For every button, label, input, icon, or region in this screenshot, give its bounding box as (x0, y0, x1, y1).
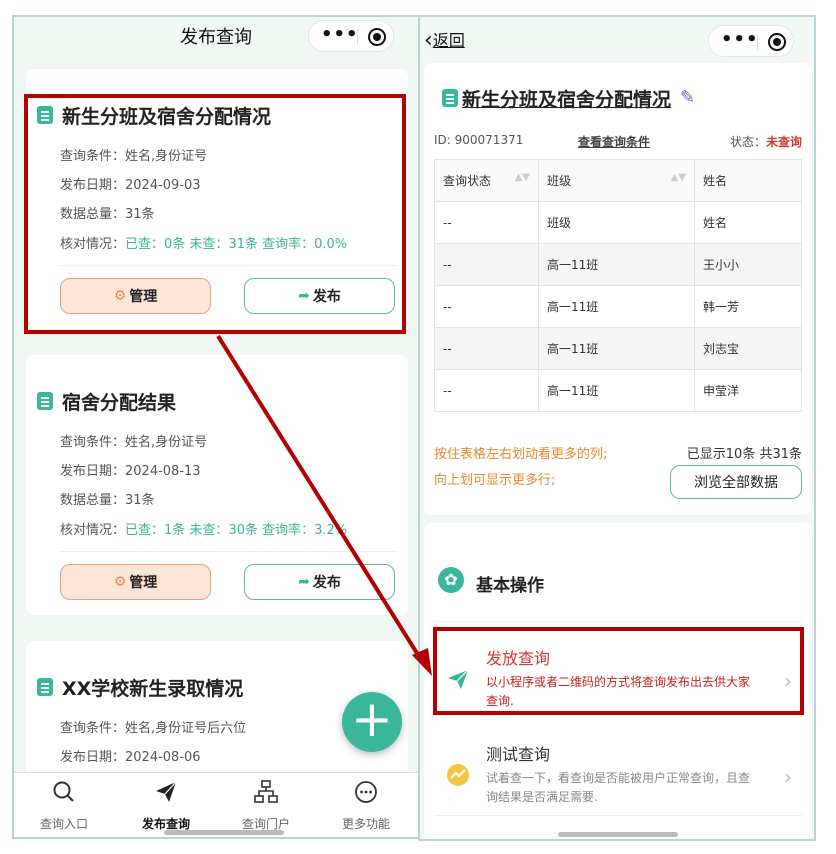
publish-button[interactable]: ➦ 发布 (244, 564, 395, 600)
settings-icon: ✿ (438, 567, 464, 593)
check-value: 已查：1条 未查：30条 查询率：3.2% (125, 523, 348, 538)
section-title: 基本操作 (476, 576, 544, 596)
test-query-item[interactable]: 测试查询 试着查一下，看查询是否能被用户正常查询，且查询结果是否满足需要. › (434, 741, 802, 804)
mini-program-capsule: ••• (708, 25, 794, 57)
table-row: -- 高一11班 申莹洋 (434, 369, 802, 412)
card-title: 宿舍分配结果 (62, 392, 177, 414)
chart-trend-icon (447, 764, 469, 786)
status-value: 未查询 (765, 135, 802, 149)
sort-icon: ▲▼ (514, 172, 530, 183)
check-status: 核对情况：已查：1条 未查：30条 查询率：3.2% (60, 519, 347, 538)
publish-date: 发布日期：2024-08-13 (60, 464, 201, 479)
query-condition: 查询条件：姓名,身份证号后六位 (60, 721, 247, 736)
data-total: 数据总量：31条 (60, 493, 155, 508)
more-circle-icon (355, 781, 377, 803)
tab-query-entry[interactable]: 查询入口 (14, 779, 114, 832)
query-card[interactable]: 宿舍分配结果 查询条件：姓名,身份证号 发布日期：2024-08-13 数据总量… (26, 355, 408, 615)
more-dots-icon[interactable]: ••• (321, 24, 359, 45)
sitemap-icon (254, 780, 278, 803)
highlight-box-distribute (433, 627, 804, 715)
gear-icon: ⚙ (113, 574, 127, 590)
table-row: -- 高一11班 刘志宝 (434, 327, 802, 370)
plus-icon: + (351, 690, 393, 748)
column-header[interactable]: 班级 ▲▼ (538, 159, 695, 202)
home-indicator (558, 832, 678, 837)
add-query-button[interactable]: + (342, 692, 402, 752)
document-icon (37, 392, 53, 410)
card-title: XX学校新生录取情况 (62, 678, 244, 700)
tab-more-functions[interactable]: 更多功能 (316, 779, 416, 832)
navbar: 发布查询 ••• (14, 17, 418, 67)
column-header[interactable]: 姓名 (694, 159, 802, 202)
table-row: -- 高一11班 王小小 (434, 243, 802, 286)
status: 状态：未查询 (729, 135, 802, 149)
scroll-hint: 向上划可显示更多行; (434, 473, 556, 488)
browse-all-button[interactable]: 浏览全部数据 (670, 465, 802, 499)
close-target-icon[interactable] (368, 28, 386, 46)
table-row: -- 高一11班 韩一芳 (434, 285, 802, 328)
publish-date: 发布日期：2024-08-06 (60, 750, 201, 765)
publish-label: 发布 (312, 575, 341, 591)
tab-label: 查询入口 (39, 817, 88, 831)
sort-icon: ▲▼ (670, 172, 686, 183)
data-table[interactable]: 查询状态 ▲▼ 班级 ▲▼ 姓名 -- 班级 姓名 -- 高一11班 王小小 -- 高一11班… (434, 159, 802, 412)
query-id: ID: 900071371 (434, 133, 524, 147)
tab-publish-query[interactable]: 发布查询 (116, 779, 216, 832)
navbar: ‹返回 ••• (420, 17, 814, 67)
table-row: -- 班级 姓名 (434, 201, 802, 244)
scroll-hint: 按住表格左右划动看更多的列; (434, 447, 608, 462)
document-icon (442, 89, 458, 107)
highlight-box-card (24, 94, 406, 334)
manage-button[interactable]: ⚙ 管理 (60, 564, 211, 600)
more-dots-icon[interactable]: ••• (721, 29, 759, 50)
back-label: 返回 (432, 31, 465, 50)
query-detail-screen: ‹返回 ••• 新生分班及宿舍分配情况 ✎ ID: 900071371 查看查询… (418, 15, 816, 841)
chevron-left-icon: ‹ (424, 28, 433, 53)
home-indicator (164, 830, 284, 835)
view-conditions-link[interactable]: 查看查询条件 (578, 133, 650, 150)
shown-count: 已显示10条 共31条 (686, 447, 802, 462)
mini-program-capsule: ••• (308, 20, 394, 52)
tab-label: 更多功能 (341, 817, 390, 831)
check-label: 核对情况： (60, 523, 126, 538)
query-title[interactable]: 新生分班及宿舍分配情况 (462, 85, 671, 112)
query-info-card: 新生分班及宿舍分配情况 ✎ ID: 900071371 查看查询条件 状态：未查… (424, 63, 812, 515)
tab-bar: 查询入口 发布查询 查询门户 更多功能 (14, 772, 418, 837)
query-condition: 查询条件：姓名,身份证号 (60, 435, 208, 450)
tab-query-portal[interactable]: 查询门户 (216, 779, 316, 832)
search-icon (53, 781, 74, 802)
manage-label: 管理 (129, 575, 158, 591)
paper-plane-icon (156, 781, 177, 802)
document-icon (37, 678, 53, 696)
back-button[interactable]: ‹返回 (424, 27, 465, 53)
op-title: 测试查询 (486, 745, 551, 764)
edit-pencil-icon[interactable]: ✎ (680, 87, 695, 108)
share-arrow-icon: ➦ (298, 574, 310, 590)
op-description: 试着查一下，看查询是否能被用户正常查询，且查询结果是否满足需要. (486, 771, 751, 804)
column-header[interactable]: 查询状态 ▲▼ (434, 159, 539, 202)
close-target-icon[interactable] (768, 33, 786, 51)
chevron-right-icon: › (784, 765, 792, 789)
